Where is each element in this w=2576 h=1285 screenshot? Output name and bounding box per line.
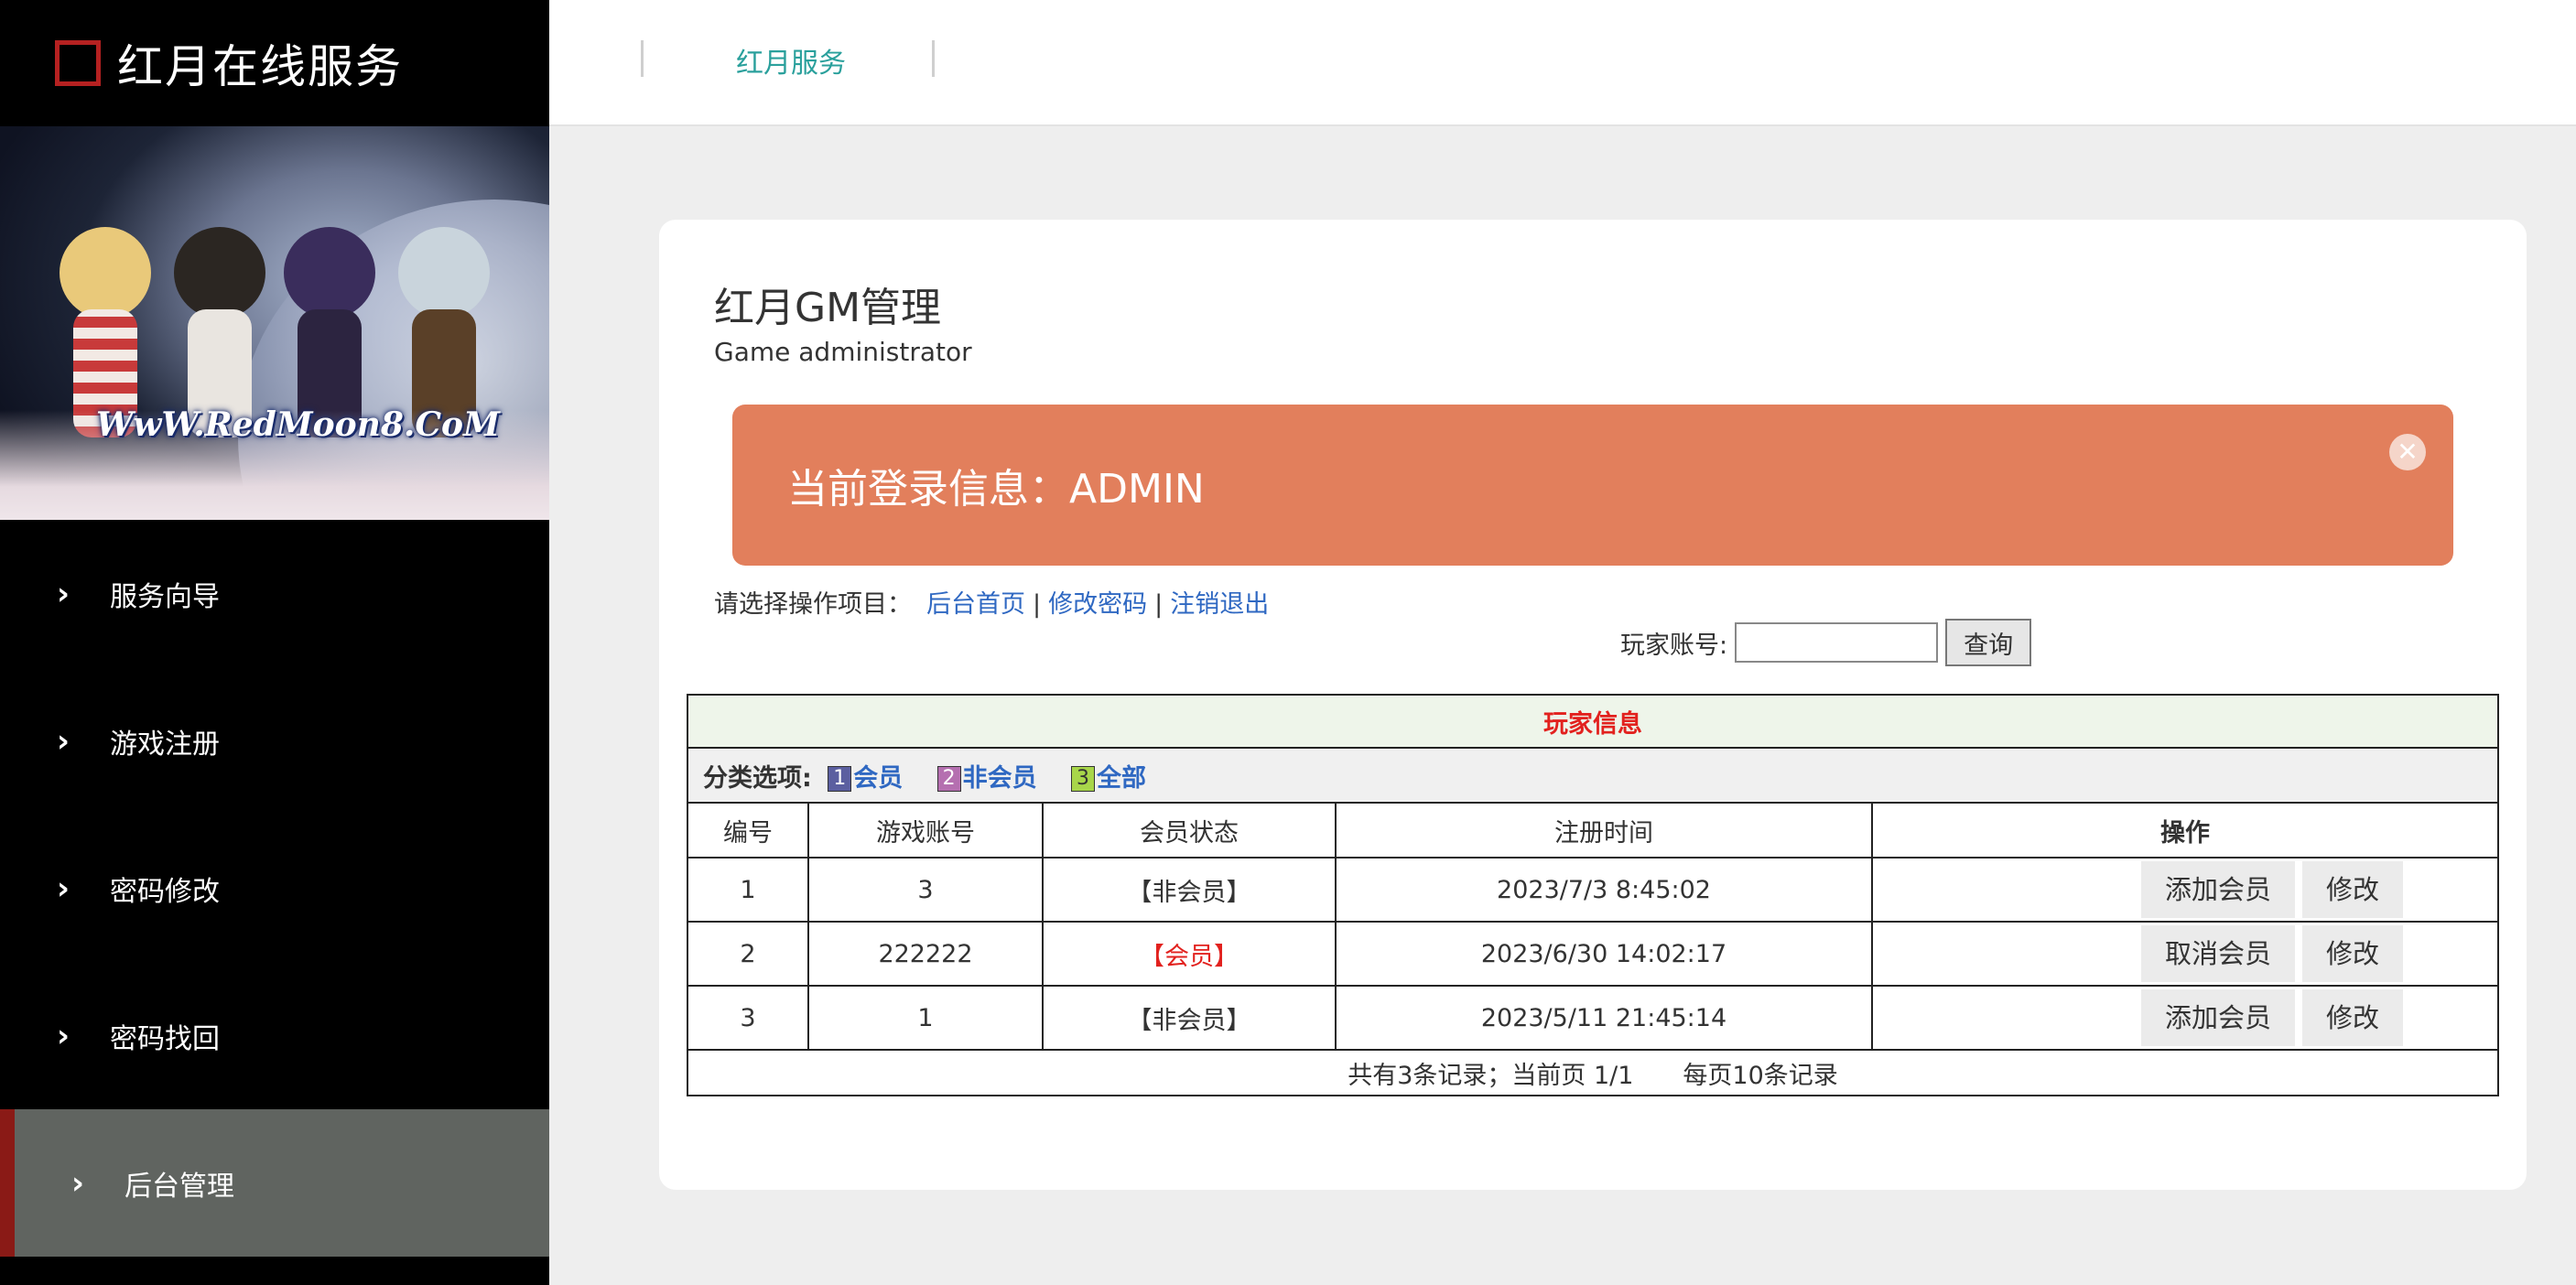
add-member-button[interactable]: 添加会员 (2140, 861, 2295, 918)
filter-tag-all: 3 (1071, 766, 1096, 792)
table-footer-row: 共有3条记录；当前页 1/1 每页10条记录 (687, 1049, 2499, 1096)
sidebar-item-game-register[interactable]: › 游戏注册 (0, 667, 549, 815)
cell-actions: 添加会员 修改 (1871, 985, 2499, 1051)
filter-all-link[interactable]: 全部 (1097, 764, 1146, 793)
top-bar: 红月服务 (549, 0, 2576, 126)
cell-register-time: 2023/6/30 14:02:17 (1335, 921, 1873, 987)
search-button[interactable]: 查询 (1945, 619, 2032, 666)
cell-id: 2 (687, 921, 809, 987)
cell-actions: 添加会员 修改 (1871, 857, 2499, 923)
filter-tag-member: 1 (828, 766, 852, 792)
player-search: 玩家账号: 查询 (1620, 619, 2032, 666)
search-label: 玩家账号: (1620, 631, 1728, 660)
operation-links: 请选择操作项目： 后台首页 | 修改密码 | 注销退出 (714, 584, 1269, 620)
cell-status: 【非会员】 (1042, 985, 1337, 1051)
sidebar-item-service-guide[interactable]: › 服务向导 (0, 520, 549, 667)
login-info-alert: 当前登录信息：ADMIN ✕ (732, 405, 2453, 566)
edit-button[interactable]: 修改 (2302, 861, 2404, 918)
logout-link[interactable]: 注销退出 (1170, 590, 1269, 619)
sidebar: 红月在线服务 WwW.RedMoon8.CoM › 服务向导 › 游戏注册 › … (0, 0, 549, 1285)
filter-cell: 分类选项: 1 会员 2 非会员 3 全部 (687, 747, 2499, 804)
banner-image: WwW.RedMoon8.CoM (0, 126, 549, 520)
cell-status: 【会员】 (1042, 921, 1337, 987)
chevron-right-icon: › (57, 869, 70, 907)
brand-title: 红月在线服务 (117, 40, 403, 93)
main-card: 红月GM管理 Game administrator 当前登录信息：ADMIN ✕… (659, 220, 2527, 1190)
chevron-right-icon: › (71, 1164, 85, 1202)
cancel-member-button[interactable]: 取消会员 (2140, 925, 2295, 982)
brand-logo-icon (55, 40, 101, 86)
add-member-button[interactable]: 添加会员 (2140, 989, 2295, 1046)
sidebar-item-label: 服务向导 (110, 580, 220, 613)
divider: | (1154, 590, 1164, 619)
chevron-right-icon: › (57, 1017, 70, 1054)
column-header-status: 会员状态 (1042, 802, 1337, 858)
close-icon[interactable]: ✕ (2389, 434, 2426, 470)
alert-text: 当前登录信息：ADMIN (787, 466, 1205, 513)
filter-tag-nonmember: 2 (936, 766, 961, 792)
cell-id: 1 (687, 857, 809, 923)
filter-label: 分类选项: (703, 763, 812, 793)
table-row: 3 1 【非会员】 2023/5/11 21:45:14 添加会员 修改 (687, 985, 2499, 1051)
filter-row: 分类选项: 1 会员 2 非会员 3 全部 (687, 747, 2499, 804)
chevron-right-icon: › (57, 575, 70, 612)
cell-register-time: 2023/5/11 21:45:14 (1335, 985, 1873, 1051)
cell-account: 1 (807, 985, 1044, 1051)
brand: 红月在线服务 (0, 0, 549, 126)
filter-member-link[interactable]: 会员 (853, 764, 903, 793)
sidebar-item-label: 密码找回 (110, 1022, 220, 1055)
cell-id: 3 (687, 985, 809, 1051)
column-header-id: 编号 (687, 802, 809, 858)
chevron-right-icon: › (57, 722, 70, 760)
edit-button[interactable]: 修改 (2302, 925, 2404, 982)
player-account-input[interactable] (1735, 622, 1939, 663)
cell-actions: 取消会员 修改 (1871, 921, 2499, 987)
player-table: 玩家信息 分类选项: 1 会员 2 非会员 3 全部 编号 游戏账号 会员状态 注册时… (687, 694, 2499, 1096)
pagination-info: 共有3条记录；当前页 1/1 每页10条记录 (687, 1049, 2499, 1096)
column-header-account: 游戏账号 (807, 802, 1044, 858)
operation-prompt: 请选择操作项目： (714, 590, 912, 619)
table-caption: 玩家信息 (687, 694, 2499, 749)
cell-account: 3 (807, 857, 1044, 923)
banner-watermark: WwW.RedMoon8.CoM (96, 405, 500, 444)
table-header-row: 编号 游戏账号 会员状态 注册时间 操作 (687, 802, 2499, 858)
column-header-actions: 操作 (1871, 802, 2499, 858)
table-row: 1 3 【非会员】 2023/7/3 8:45:02 添加会员 修改 (687, 857, 2499, 923)
divider (641, 40, 644, 77)
cell-status: 【非会员】 (1042, 857, 1337, 923)
sidebar-item-admin[interactable]: › 后台管理 (0, 1109, 549, 1257)
admin-home-link[interactable]: 后台首页 (926, 590, 1025, 619)
cell-register-time: 2023/7/3 8:45:02 (1335, 857, 1873, 923)
sidebar-item-label: 后台管理 (124, 1170, 234, 1203)
sidebar-menu: › 服务向导 › 游戏注册 › 密码修改 › 密码找回 › 后台管理 (0, 520, 549, 1257)
filter-nonmember-link[interactable]: 非会员 (963, 764, 1037, 793)
page-title: 红月GM管理 (714, 285, 942, 331)
divider (932, 40, 935, 77)
table-row: 2 222222 【会员】 2023/6/30 14:02:17 取消会员 修改 (687, 921, 2499, 987)
sidebar-item-password-change[interactable]: › 密码修改 (0, 815, 549, 962)
table-caption-row: 玩家信息 (687, 694, 2499, 749)
change-password-link[interactable]: 修改密码 (1048, 590, 1147, 619)
column-header-register-time: 注册时间 (1335, 802, 1873, 858)
divider: | (1033, 590, 1042, 619)
top-nav-link[interactable]: 红月服务 (736, 40, 846, 81)
page-subtitle: Game administrator (714, 337, 972, 367)
sidebar-item-label: 游戏注册 (110, 728, 220, 761)
sidebar-item-password-recover[interactable]: › 密码找回 (0, 962, 549, 1109)
sidebar-item-label: 密码修改 (110, 875, 220, 908)
edit-button[interactable]: 修改 (2302, 989, 2404, 1046)
cell-account: 222222 (807, 921, 1044, 987)
